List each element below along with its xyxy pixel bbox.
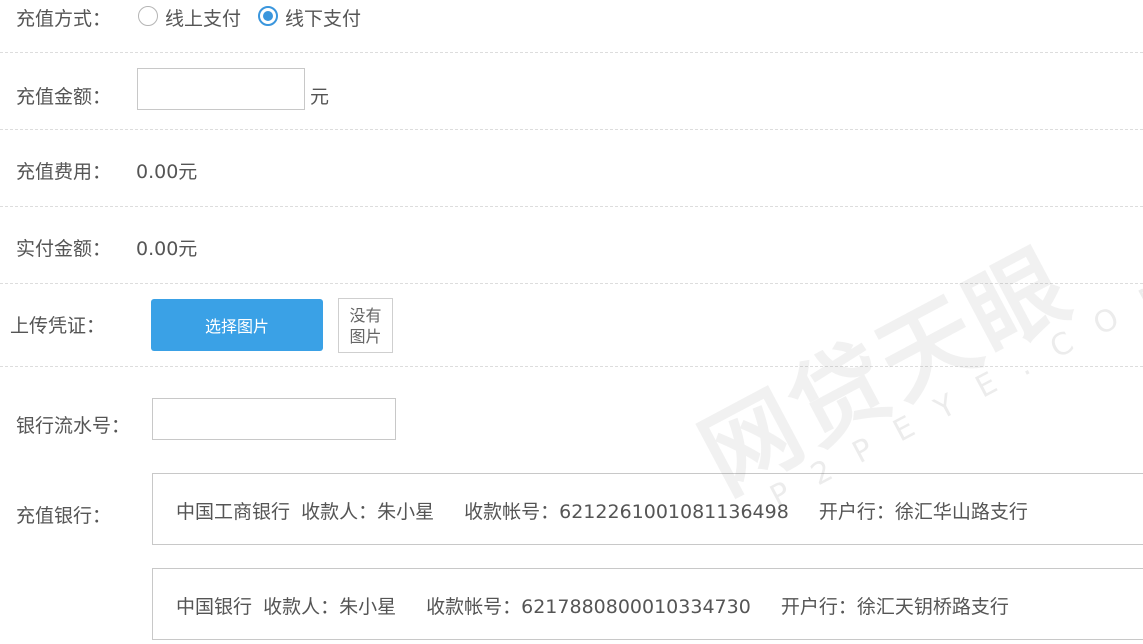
actual-amount-label: 实付金额： (16, 238, 112, 260)
recharge-amount-label: 充值金额： (16, 86, 112, 108)
bank-serial-label: 银行流水号： (16, 415, 131, 437)
upload-voucher-label: 上传凭证： (10, 315, 106, 337)
bank-branch: 开户行：徐汇华山路支行 (818, 501, 1028, 523)
recharge-amount-input[interactable] (137, 68, 305, 110)
offline-payment-label[interactable]: 线下支付 (285, 4, 361, 31)
amount-unit: 元 (310, 86, 330, 108)
divider (0, 283, 1143, 284)
divider (0, 366, 1143, 367)
actual-amount-value: 0.00元 (136, 238, 198, 260)
recharge-fee-value: 0.00元 (136, 161, 198, 183)
choose-image-button-label: 选择图片 (204, 317, 269, 336)
choose-image-button[interactable]: 选择图片 (151, 299, 323, 351)
recharge-method-label: 充值方式： (16, 8, 112, 30)
bank-name: 中国银行 (176, 596, 253, 618)
image-preview-placeholder: 没有 图片 (338, 298, 393, 353)
recharge-form: 充值方式： 线上支付 线下支付 充值金额： 元 充值费用： 0.00元 实付金额… (0, 0, 1143, 644)
bank-details: 中国银行 收款人：朱小星 收款帐号：6217880800010334730 开户… (176, 592, 1009, 619)
radio-online-payment[interactable] (138, 6, 158, 26)
bank-serial-input[interactable] (152, 398, 396, 440)
radio-offline-payment[interactable] (258, 6, 278, 26)
radio-selected-dot (263, 11, 273, 21)
bank-payee: 收款人：朱小星 (263, 596, 397, 618)
bank-branch: 开户行：徐汇天钥桥路支行 (780, 596, 1009, 618)
recharge-fee-label: 充值费用： (16, 161, 112, 183)
bank-option-boc[interactable]: 中国银行 收款人：朱小星 收款帐号：6217880800010334730 开户… (152, 568, 1143, 640)
recharge-bank-label: 充值银行： (16, 505, 112, 527)
divider (0, 129, 1143, 130)
online-payment-label[interactable]: 线上支付 (165, 4, 241, 31)
divider (0, 52, 1143, 53)
bank-details: 中国工商银行 收款人：朱小星 收款帐号：6212261001081136498 … (176, 497, 1028, 524)
divider (0, 206, 1143, 207)
bank-payee: 收款人：朱小星 (301, 501, 435, 523)
bank-option-icbc[interactable]: 中国工商银行 收款人：朱小星 收款帐号：6212261001081136498 … (152, 473, 1143, 545)
no-image-text-line2: 图片 (349, 326, 382, 346)
bank-account: 收款帐号：6217880800010334730 (426, 596, 751, 618)
bank-account: 收款帐号：6212261001081136498 (464, 501, 789, 523)
bank-name: 中国工商银行 (176, 501, 291, 523)
no-image-text-line1: 没有 (349, 305, 382, 325)
